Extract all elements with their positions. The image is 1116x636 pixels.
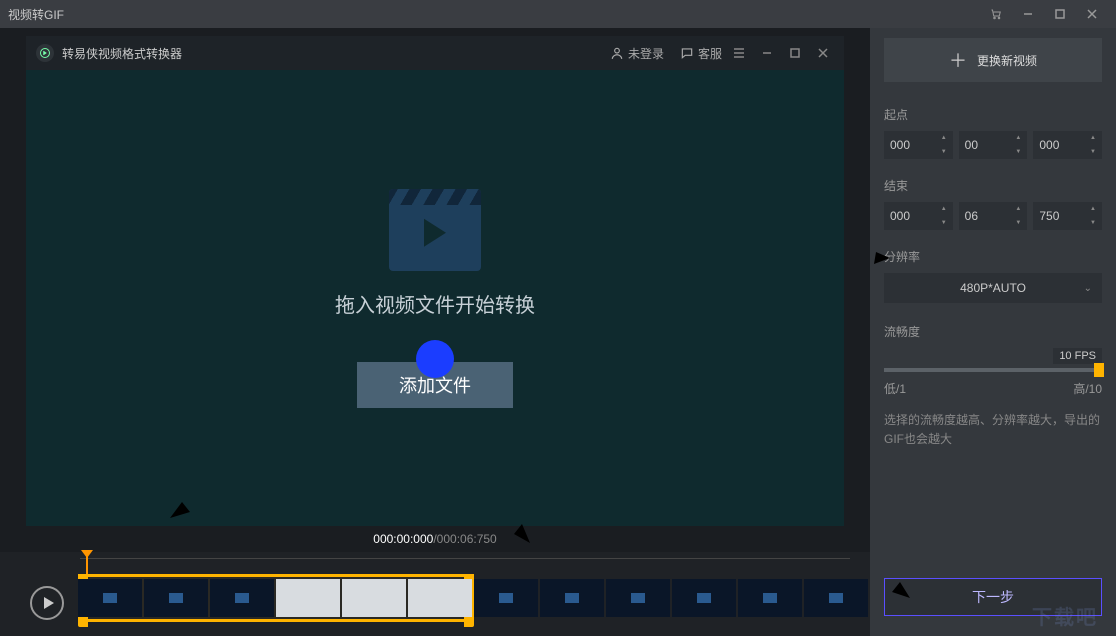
cart-icon[interactable] [980, 4, 1012, 24]
range-low: 低/1 [884, 380, 906, 397]
cursor-indicator [416, 340, 454, 378]
start-sec-input[interactable]: 000▲▼ [1033, 131, 1102, 159]
fps-value: 10 FPS [1053, 348, 1102, 364]
frame-thumb[interactable] [672, 579, 736, 617]
minimize-button[interactable] [1012, 4, 1044, 24]
frame-thumb[interactable] [144, 579, 208, 617]
start-min-input[interactable]: 00▲▼ [959, 131, 1028, 159]
timeline[interactable] [0, 552, 870, 636]
app-logo-icon [36, 44, 54, 62]
inner-window: 转易侠视频格式转换器 未登录 客服 [26, 36, 844, 526]
end-sec-input[interactable]: 750▲▼ [1033, 202, 1102, 230]
time-total: 000:06:750 [437, 532, 497, 546]
plus-icon: ＋ [949, 47, 967, 73]
inner-menu-button[interactable] [728, 42, 750, 64]
frames-strip[interactable] [78, 574, 850, 622]
replace-label: 更换新视频 [977, 52, 1037, 69]
range-high: 高/10 [1073, 380, 1102, 397]
resolution-select[interactable]: 480P*AUTO ⌄ [884, 273, 1102, 303]
maximize-button[interactable] [1044, 4, 1076, 24]
settings-panel: ＋ 更换新视频 起点 000▲▼ 00▲▼ 000▲▼ 结束 000▲▼ 06▲… [870, 28, 1116, 636]
window-title: 视频转GIF [8, 6, 64, 23]
resolution-label: 分辨率 [884, 248, 1102, 265]
watermark: 下载吧 [1032, 601, 1098, 630]
fps-slider[interactable] [884, 368, 1102, 372]
login-label: 未登录 [628, 45, 664, 62]
close-button[interactable] [1076, 4, 1108, 24]
frame-thumb[interactable] [408, 579, 472, 617]
start-hour-input[interactable]: 000▲▼ [884, 131, 953, 159]
support-button[interactable]: 客服 [680, 45, 722, 62]
end-min-input[interactable]: 06▲▼ [959, 202, 1028, 230]
play-button[interactable] [30, 586, 64, 620]
start-label: 起点 [884, 106, 1102, 123]
support-label: 客服 [698, 45, 722, 62]
frame-thumb[interactable] [606, 579, 670, 617]
video-placeholder-icon [389, 189, 481, 271]
frame-thumb[interactable] [540, 579, 604, 617]
timeline-ruler [80, 558, 850, 564]
slider-thumb[interactable] [1094, 363, 1104, 377]
end-label: 结束 [884, 177, 1102, 194]
outer-titlebar: 视频转GIF [0, 0, 1116, 28]
time-display: 000:00:000 / 000:06:750 [0, 526, 870, 552]
login-button[interactable]: 未登录 [610, 45, 664, 62]
frame-thumb[interactable] [804, 579, 868, 617]
drop-area[interactable]: 拖入视频文件开始转换 ✋ 添加文件 [26, 70, 844, 526]
replace-video-button[interactable]: ＋ 更换新视频 [884, 38, 1102, 82]
next-label: 下一步 [972, 587, 1014, 607]
frame-thumb[interactable] [78, 579, 142, 617]
frame-thumb[interactable] [738, 579, 802, 617]
inner-maximize-button[interactable] [784, 42, 806, 64]
inner-minimize-button[interactable] [756, 42, 778, 64]
frame-thumb[interactable] [474, 579, 538, 617]
inner-close-button[interactable] [812, 42, 834, 64]
end-hour-input[interactable]: 000▲▼ [884, 202, 953, 230]
frame-thumb[interactable] [210, 579, 274, 617]
drop-hint-text: 拖入视频文件开始转换 [335, 289, 535, 318]
resolution-value: 480P*AUTO [960, 281, 1026, 295]
help-text: 选择的流畅度越高、分辨率越大，导出的GIF也会越大 [884, 411, 1102, 449]
frame-thumb[interactable] [276, 579, 340, 617]
inner-title: 转易侠视频格式转换器 [62, 45, 182, 62]
frame-thumb[interactable] [342, 579, 406, 617]
chevron-down-icon: ⌄ [1084, 283, 1092, 294]
inner-titlebar: 转易侠视频格式转换器 未登录 客服 [26, 36, 844, 70]
time-current: 000:00:000 [373, 532, 433, 546]
smoothness-label: 流畅度 [884, 323, 1102, 340]
